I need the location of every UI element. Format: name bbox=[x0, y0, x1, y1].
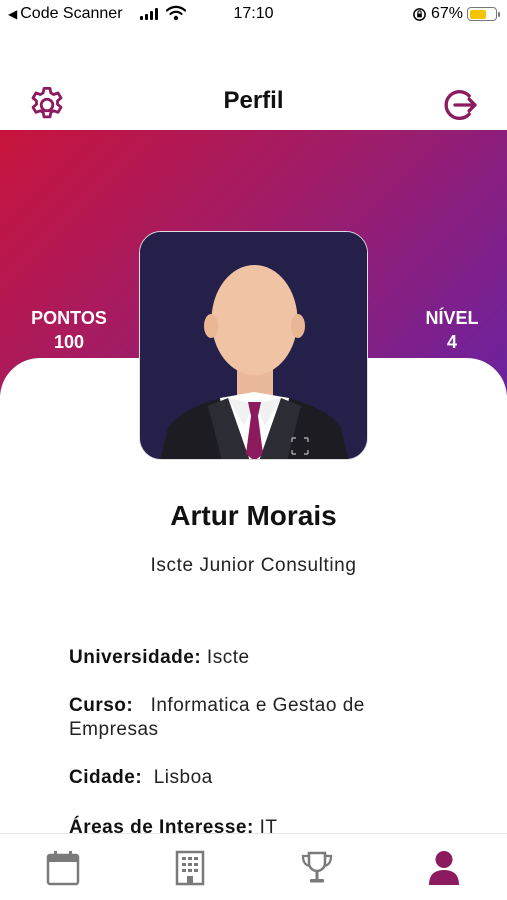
course-row: Curso: Informatica e Gestao de Empresas bbox=[69, 694, 439, 742]
university-value: Iscte bbox=[201, 647, 250, 668]
city-label: Cidade: bbox=[69, 767, 143, 788]
avatar-illustration bbox=[140, 232, 367, 459]
tab-rankings[interactable] bbox=[297, 848, 337, 888]
building-icon bbox=[175, 850, 205, 886]
tab-bar bbox=[0, 833, 507, 900]
points-label: PONTOS bbox=[31, 308, 107, 328]
tab-profile[interactable] bbox=[424, 848, 464, 888]
status-bar: ◀ Code Scanner 17:10 67% bbox=[0, 0, 507, 30]
level-label: NÍVEL bbox=[425, 308, 479, 328]
profile-organization: Iscte Junior Consulting bbox=[150, 555, 357, 576]
trophy-icon bbox=[301, 851, 333, 883]
points-value: 100 bbox=[53, 332, 85, 352]
level-stat: NÍVEL 4 bbox=[412, 306, 492, 354]
city-value: Lisboa bbox=[142, 767, 213, 788]
tab-companies[interactable] bbox=[170, 848, 210, 888]
university-label: Universidade: bbox=[69, 647, 202, 668]
profile-name: Artur Morais bbox=[170, 500, 337, 531]
calendar-icon bbox=[46, 851, 80, 886]
avatar[interactable] bbox=[139, 231, 368, 460]
battery-fill bbox=[469, 9, 487, 19]
battery-icon bbox=[467, 7, 500, 21]
header: Perfil bbox=[0, 70, 507, 130]
status-right: 67% bbox=[412, 5, 500, 23]
page-title: Perfil bbox=[223, 87, 284, 114]
points-stat: PONTOS 100 bbox=[20, 306, 118, 354]
level-value: 4 bbox=[446, 332, 457, 352]
course-label: Curso: bbox=[69, 695, 134, 716]
orientation-lock-icon bbox=[413, 7, 426, 21]
tab-calendar[interactable] bbox=[43, 848, 83, 888]
user-icon bbox=[429, 851, 459, 885]
university-row: Universidade: Iscte bbox=[69, 646, 439, 670]
battery-percent: 67% bbox=[430, 5, 463, 22]
city-row: Cidade: Lisboa bbox=[69, 766, 439, 790]
logout-icon[interactable] bbox=[440, 85, 480, 125]
